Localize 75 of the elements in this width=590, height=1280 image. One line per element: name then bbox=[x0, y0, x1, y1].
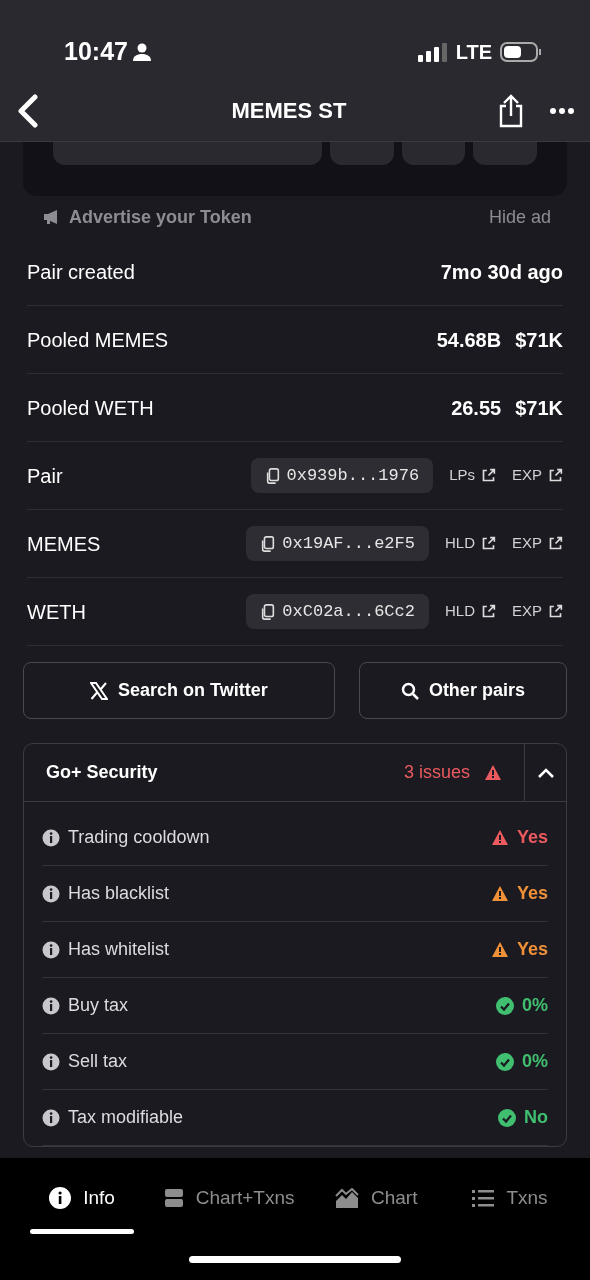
security-check-label: Tax modifiable bbox=[68, 1106, 184, 1129]
back-button[interactable] bbox=[16, 93, 40, 128]
token-label: MEMES bbox=[27, 531, 101, 557]
external-link[interactable]: EXP bbox=[512, 600, 563, 623]
issues-count: 3 issues bbox=[403, 761, 470, 784]
x-logo-icon bbox=[90, 681, 109, 700]
signal-icon bbox=[417, 42, 448, 62]
advertise-link[interactable]: Advertise your Token bbox=[69, 203, 252, 231]
security-check-label: Trading cooldown bbox=[68, 826, 210, 849]
chevron-up-icon bbox=[536, 766, 555, 779]
tab[interactable]: Chart bbox=[335, 1180, 418, 1221]
info-icon bbox=[42, 940, 60, 959]
security-check-value: 0% bbox=[522, 1050, 548, 1073]
external-link-icon bbox=[481, 536, 496, 551]
security-check-value: 0% bbox=[522, 994, 548, 1017]
external-link[interactable]: LPs bbox=[449, 464, 496, 487]
stat-value: 7mo 30d ago bbox=[440, 259, 563, 285]
copy-address-button[interactable]: 0x939b...1976 bbox=[250, 457, 434, 494]
battery-icon bbox=[500, 41, 542, 63]
external-link[interactable]: HLD bbox=[444, 600, 496, 623]
stat-label: Pair created bbox=[27, 259, 135, 285]
stat-label: Pooled WETH bbox=[27, 395, 154, 421]
external-link[interactable]: HLD bbox=[444, 532, 496, 555]
external-link-icon bbox=[548, 468, 563, 483]
stat-value: $71K bbox=[515, 395, 563, 421]
search-icon bbox=[400, 681, 419, 700]
copy-icon bbox=[264, 466, 281, 485]
clock-time: 10:47 bbox=[64, 36, 128, 68]
action-button[interactable]: Search on Twitter bbox=[23, 662, 335, 719]
security-check-value: No bbox=[524, 1106, 548, 1129]
list-icon bbox=[472, 1189, 495, 1208]
security-check-label: Buy tax bbox=[68, 994, 129, 1017]
copy-address-button[interactable]: 0x19AF...e2F5 bbox=[246, 525, 429, 562]
stat-value: 26.55 bbox=[451, 395, 502, 421]
token-label: Pair bbox=[27, 463, 63, 489]
security-check-label: Has whitelist bbox=[68, 938, 170, 961]
info-icon bbox=[42, 1108, 60, 1127]
tab[interactable]: Info bbox=[49, 1180, 115, 1221]
info-icon bbox=[42, 996, 60, 1015]
split-view-icon bbox=[163, 1188, 184, 1209]
external-link-icon bbox=[481, 604, 496, 619]
more-icon[interactable] bbox=[550, 106, 574, 115]
security-check-label: Has blacklist bbox=[68, 882, 170, 905]
info-icon bbox=[42, 884, 60, 903]
info-icon bbox=[49, 1187, 72, 1210]
tab[interactable]: Chart+Txns bbox=[163, 1180, 295, 1221]
stat-value: $71K bbox=[515, 327, 563, 353]
stat-value: 54.68B bbox=[436, 327, 502, 353]
stat-label: Pooled MEMES bbox=[27, 327, 169, 353]
external-link-icon bbox=[481, 468, 496, 483]
hide-ad-link[interactable]: Hide ad bbox=[488, 203, 551, 231]
external-link-icon bbox=[548, 536, 563, 551]
area-chart-icon bbox=[335, 1188, 359, 1209]
copy-icon bbox=[260, 602, 277, 621]
action-button[interactable]: Other pairs bbox=[358, 662, 567, 719]
share-icon[interactable] bbox=[498, 93, 524, 128]
external-link[interactable]: EXP bbox=[512, 464, 563, 487]
person-icon bbox=[131, 42, 152, 62]
external-link-icon bbox=[548, 604, 563, 619]
panel-title: Go+ Security bbox=[45, 761, 159, 784]
back-icon bbox=[16, 93, 40, 128]
info-icon bbox=[42, 1052, 60, 1071]
network-label: LTE bbox=[455, 40, 492, 65]
external-link[interactable]: EXP bbox=[512, 532, 563, 555]
security-check-value: Yes bbox=[516, 938, 548, 961]
security-check-value: Yes bbox=[516, 826, 548, 849]
security-check-label: Sell tax bbox=[68, 1050, 128, 1073]
copy-address-button[interactable]: 0xC02a...6Cc2 bbox=[246, 593, 429, 630]
warning-icon bbox=[484, 764, 502, 781]
page-title: MEMES ST bbox=[230, 97, 348, 125]
info-icon bbox=[42, 828, 60, 847]
token-label: WETH bbox=[27, 599, 86, 625]
security-check-value: Yes bbox=[516, 882, 548, 905]
copy-icon bbox=[260, 534, 277, 553]
tab[interactable]: Txns bbox=[472, 1180, 548, 1221]
